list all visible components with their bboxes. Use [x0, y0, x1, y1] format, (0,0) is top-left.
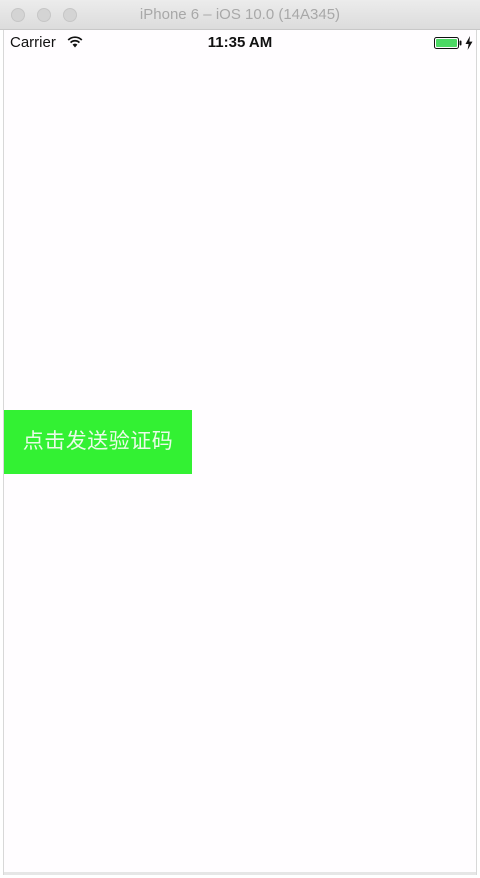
battery-icon — [434, 37, 462, 49]
title-bar: iPhone 6 – iOS 10.0 (14A345) — [0, 0, 480, 30]
simulator-window: iPhone 6 – iOS 10.0 (14A345) Carrier 11:… — [0, 0, 480, 878]
status-time: 11:35 AM — [207, 34, 273, 51]
window-title: iPhone 6 – iOS 10.0 (14A345) — [139, 6, 341, 23]
send-verification-code-button[interactable]: 点击发送验证码 — [4, 410, 192, 474]
status-bar: Carrier 11:35 AM — [4, 30, 476, 56]
charging-bolt-icon — [465, 36, 473, 50]
bottom-edge — [4, 872, 476, 875]
device-screen: Carrier 11:35 AM 点击发送验证码 — [3, 30, 477, 875]
